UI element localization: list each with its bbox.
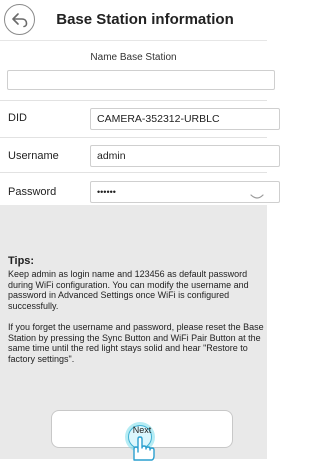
did-label: DID	[8, 112, 27, 124]
username-field[interactable]: admin	[90, 145, 280, 167]
name-base-station-input[interactable]	[7, 70, 275, 90]
username-label: Username	[8, 150, 59, 162]
eye-toggle-icon[interactable]	[250, 194, 264, 200]
tap-hand-icon	[133, 436, 155, 461]
divider	[0, 100, 267, 101]
divider	[0, 137, 267, 138]
password-label: Password	[8, 186, 57, 198]
tips-paragraph: Keep admin as login name and 123456 as d…	[8, 269, 249, 311]
tips-title: Tips:	[8, 255, 35, 267]
tips-section: Tips: Keep admin as login name and 12345…	[0, 205, 267, 461]
name-base-station-label: Name Base Station	[90, 52, 177, 63]
back-arrow-icon	[11, 12, 27, 27]
back-button[interactable]	[4, 4, 35, 35]
header-bar: Base Station information	[0, 0, 267, 41]
next-button-label: Next	[132, 425, 152, 435]
divider	[0, 172, 267, 173]
tips-paragraph: If you forget the username and password,…	[8, 322, 264, 364]
page-title: Base Station information	[56, 11, 234, 28]
did-field[interactable]: CAMERA-352312-URBLC	[90, 108, 280, 130]
